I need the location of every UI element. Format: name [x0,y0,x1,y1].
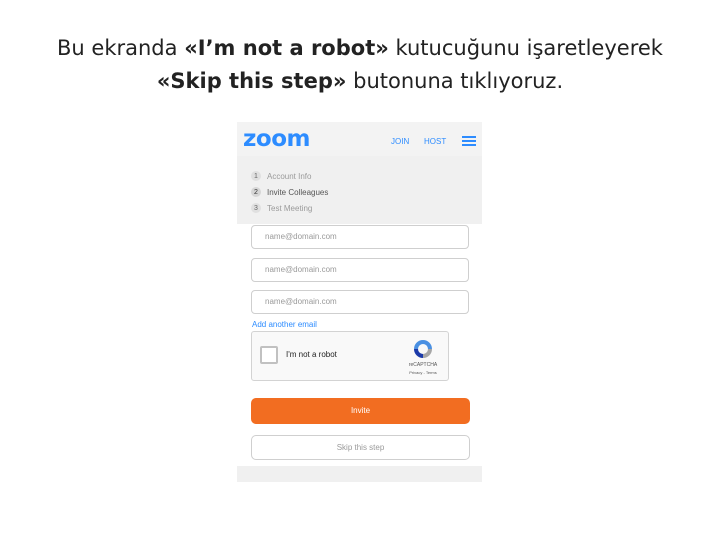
recaptcha-brand: reCAPTCHA [408,362,438,368]
caption-text: Bu ekranda [57,36,185,60]
step-number: 1 [251,171,261,181]
host-link[interactable]: HOST [424,137,446,146]
not-a-robot-checkbox[interactable] [260,346,278,364]
zoom-logo: zoom [243,126,310,152]
email-field-1[interactable]: name@domain.com [251,225,469,249]
step-label: Test Meeting [267,203,313,213]
invite-button[interactable]: Invite [251,398,470,424]
footer-strip [237,466,482,482]
recaptcha-logo-icon [414,340,432,358]
caption-highlight: «I’m not a robot» [184,36,389,60]
join-link[interactable]: JOIN [391,137,409,146]
caption-line-1: Bu ekranda «I’m not a robot» kutucuğunu … [0,32,720,65]
step-account-info: 1 Account Info [251,168,328,184]
step-label: Account Info [267,171,312,181]
app-header: zoom JOIN HOST [237,122,482,156]
instruction-caption: Bu ekranda «I’m not a robot» kutucuğunu … [0,32,720,98]
captcha-label: I'm not a robot [286,350,337,359]
recaptcha-privacy-terms[interactable]: Privacy - Terms [398,370,448,375]
caption-line-2: «Skip this step» butonuna tıklıyoruz. [0,65,720,98]
zoom-signup-screenshot: zoom JOIN HOST 1 Account Info 2 Invite C… [237,122,482,482]
recaptcha-widget: I'm not a robot reCAPTCHA Privacy - Term… [251,331,449,381]
email-field-3[interactable]: name@domain.com [251,290,469,314]
add-another-email-link[interactable]: Add another email [252,320,317,329]
step-number: 2 [251,187,261,197]
hamburger-menu-icon[interactable] [462,136,476,146]
caption-text: kutucuğunu işaretleyerek [388,36,663,60]
step-test-meeting: 3 Test Meeting [251,200,328,216]
step-number: 3 [251,203,261,213]
caption-text: butonuna tıklıyoruz. [346,69,564,93]
caption-highlight: «Skip this step» [156,69,347,93]
skip-this-step-button[interactable]: Skip this step [251,435,470,460]
signup-steps: 1 Account Info 2 Invite Colleagues 3 Tes… [251,168,328,216]
step-invite-colleagues: 2 Invite Colleagues [251,184,328,200]
email-field-2[interactable]: name@domain.com [251,258,469,282]
step-label: Invite Colleagues [267,187,329,197]
